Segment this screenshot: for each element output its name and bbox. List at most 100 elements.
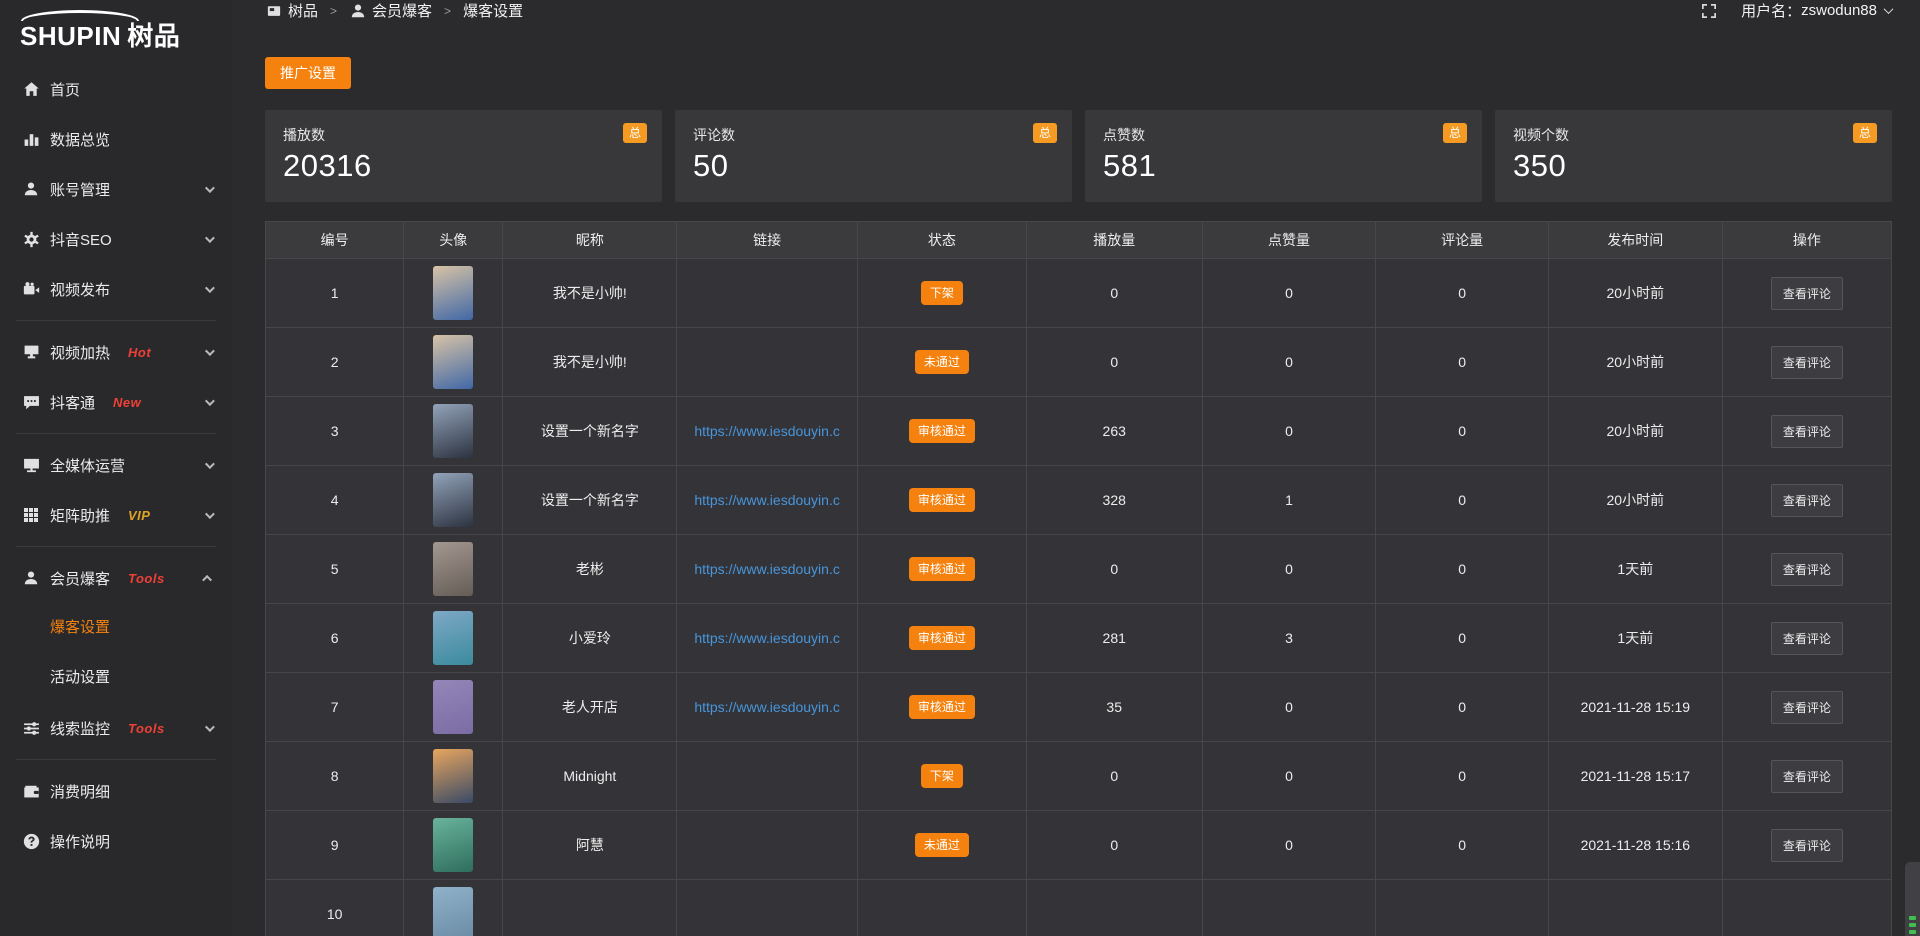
sidebar-item-home[interactable]: 首页 — [0, 64, 232, 114]
column-header: 操作 — [1722, 222, 1891, 259]
cell-action: 查看评论 — [1722, 466, 1891, 535]
column-header: 编号 — [266, 222, 404, 259]
sidebar-item-label: 线索监控 — [50, 718, 110, 739]
cell-likes: 0 — [1202, 259, 1376, 328]
cell-likes: 0 — [1202, 397, 1376, 466]
cell-link: https://www.iesdouyin.c — [677, 535, 857, 604]
floating-widget[interactable] — [1905, 862, 1920, 936]
sidebar-item-consumption-detail[interactable]: 消费明细 — [0, 766, 232, 816]
view-comments-button[interactable]: 查看评论 — [1771, 760, 1843, 793]
user-menu[interactable]: 用户名：zswodun88 — [1741, 0, 1892, 21]
avatar — [433, 749, 473, 803]
sidebar-item-video-publish[interactable]: 视频发布 — [0, 264, 232, 314]
wallet-icon — [22, 782, 40, 800]
logo-text-cn: 树品 — [127, 21, 180, 51]
table-row: 7老人开店https://www.iesdouyin.c审核通过35002021… — [266, 673, 1892, 742]
chevron-down-icon — [205, 396, 215, 406]
cell-time: 20小时前 — [1548, 466, 1722, 535]
widget-dot — [1909, 930, 1916, 934]
widget-dot — [1909, 923, 1916, 927]
sidebar-item-member-baoke[interactable]: 会员爆客Tools — [0, 553, 232, 603]
app-logo[interactable]: SHUPIN树品 — [0, 0, 232, 58]
sidebar-divider — [16, 320, 216, 321]
view-comments-button[interactable]: 查看评论 — [1771, 346, 1843, 379]
breadcrumb-item[interactable]: 树品 — [265, 0, 318, 21]
cell-likes: 0 — [1202, 673, 1376, 742]
cell-status: 审核通过 — [857, 466, 1026, 535]
breadcrumb-item[interactable]: 会员爆客 — [349, 0, 432, 21]
view-comments-button[interactable]: 查看评论 — [1771, 829, 1843, 862]
fullscreen-icon[interactable] — [1701, 3, 1717, 19]
widget-dot — [1909, 916, 1916, 920]
avatar — [433, 266, 473, 320]
chevron-down-icon — [205, 233, 215, 243]
view-comments-button[interactable]: 查看评论 — [1771, 622, 1843, 655]
breadcrumb-item[interactable]: 爆客设置 — [463, 0, 523, 21]
sidebar-item-tag: Tools — [128, 721, 165, 736]
cell-avatar — [404, 880, 503, 936]
cell-nickname — [503, 880, 677, 936]
cell-id: 2 — [266, 328, 404, 397]
chat-icon — [22, 393, 40, 411]
content: 推广设置 播放数20316总评论数50总点赞数581总视频个数350总 编号头像… — [232, 21, 1920, 936]
video-link[interactable]: https://www.iesdouyin.c — [694, 699, 840, 715]
cell-avatar — [404, 811, 503, 880]
cell-link — [677, 880, 857, 936]
sidebar-item-data-overview[interactable]: 数据总览 — [0, 114, 232, 164]
sidebar-item-video-heat[interactable]: 视频加热Hot — [0, 327, 232, 377]
sidebar-menu: 首页数据总览账号管理抖音SEO视频发布视频加热Hot抖客通New 全媒体运营矩阵助… — [0, 58, 232, 866]
chevron-down-icon — [1884, 4, 1894, 14]
view-comments-button[interactable]: 查看评论 — [1771, 553, 1843, 586]
video-link[interactable]: https://www.iesdouyin.c — [694, 561, 840, 577]
promo-settings-button[interactable]: 推广设置 — [265, 57, 351, 89]
sidebar-item-label: 全媒体运营 — [50, 455, 125, 476]
cell-status: 审核通过 — [857, 673, 1026, 742]
breadcrumb-separator: > — [330, 4, 337, 18]
sidebar-item-doukertong[interactable]: 抖客通New — [0, 377, 232, 427]
sidebar-item-matrix-boost[interactable]: 矩阵助推VIP — [0, 490, 232, 540]
app-root: SHUPIN树品 首页数据总览账号管理抖音SEO视频发布视频加热Hot抖客通Ne… — [0, 0, 1920, 936]
cell-nickname: 设置一个新名字 — [503, 466, 677, 535]
video-link[interactable]: https://www.iesdouyin.c — [694, 423, 840, 439]
sidebar-subitem-activity-settings[interactable]: 活动设置 — [0, 653, 232, 703]
sidebar-item-account-management[interactable]: 账号管理 — [0, 164, 232, 214]
view-comments-button[interactable]: 查看评论 — [1771, 277, 1843, 310]
status-badge: 未通过 — [915, 833, 969, 857]
cell-action: 查看评论 — [1722, 397, 1891, 466]
cell-comments: 0 — [1376, 466, 1548, 535]
column-header: 状态 — [857, 222, 1026, 259]
cell-comments: 0 — [1376, 259, 1548, 328]
sidebar-divider — [16, 433, 216, 434]
video-icon — [22, 280, 40, 298]
cell-link — [677, 259, 857, 328]
cell-time: 20小时前 — [1548, 397, 1722, 466]
stat-card-label: 播放数 — [283, 125, 644, 145]
view-comments-button[interactable]: 查看评论 — [1771, 484, 1843, 517]
sidebar-item-all-media-ops[interactable]: 全媒体运营 — [0, 440, 232, 490]
table-header-row: 编号头像昵称链接状态播放量点赞量评论量发布时间操作 — [266, 222, 1892, 259]
help-icon — [22, 832, 40, 850]
view-comments-button[interactable]: 查看评论 — [1771, 415, 1843, 448]
cell-action: 查看评论 — [1722, 328, 1891, 397]
sidebar-item-operation-guide[interactable]: 操作说明 — [0, 816, 232, 866]
video-link[interactable]: https://www.iesdouyin.c — [694, 630, 840, 646]
sidebar-item-douyin-seo[interactable]: 抖音SEO — [0, 214, 232, 264]
table-row: 8Midnight下架0002021-11-28 15:17查看评论 — [266, 742, 1892, 811]
cell-avatar — [404, 397, 503, 466]
avatar — [433, 473, 473, 527]
sidebar-subitem-baoke-settings[interactable]: 爆客设置 — [0, 603, 232, 653]
sidebar-item-lead-monitor[interactable]: 线索监控 Tools — [0, 703, 232, 753]
sidebar-item-tag: Hot — [128, 345, 151, 360]
total-badge: 总 — [1033, 123, 1057, 143]
username-value: zswodun88 — [1801, 2, 1877, 19]
cell-avatar — [404, 328, 503, 397]
total-badge: 总 — [1853, 123, 1877, 143]
table-body: 1我不是小帅!下架00020小时前查看评论2我不是小帅!未通过00020小时前查… — [266, 259, 1892, 936]
breadcrumb-separator: > — [444, 4, 451, 18]
cell-link — [677, 811, 857, 880]
table-row: 6小爱玲https://www.iesdouyin.c审核通过281301天前查… — [266, 604, 1892, 673]
view-comments-button[interactable]: 查看评论 — [1771, 691, 1843, 724]
video-link[interactable]: https://www.iesdouyin.c — [694, 492, 840, 508]
cell-status: 下架 — [857, 742, 1026, 811]
cell-nickname: 小爱玲 — [503, 604, 677, 673]
